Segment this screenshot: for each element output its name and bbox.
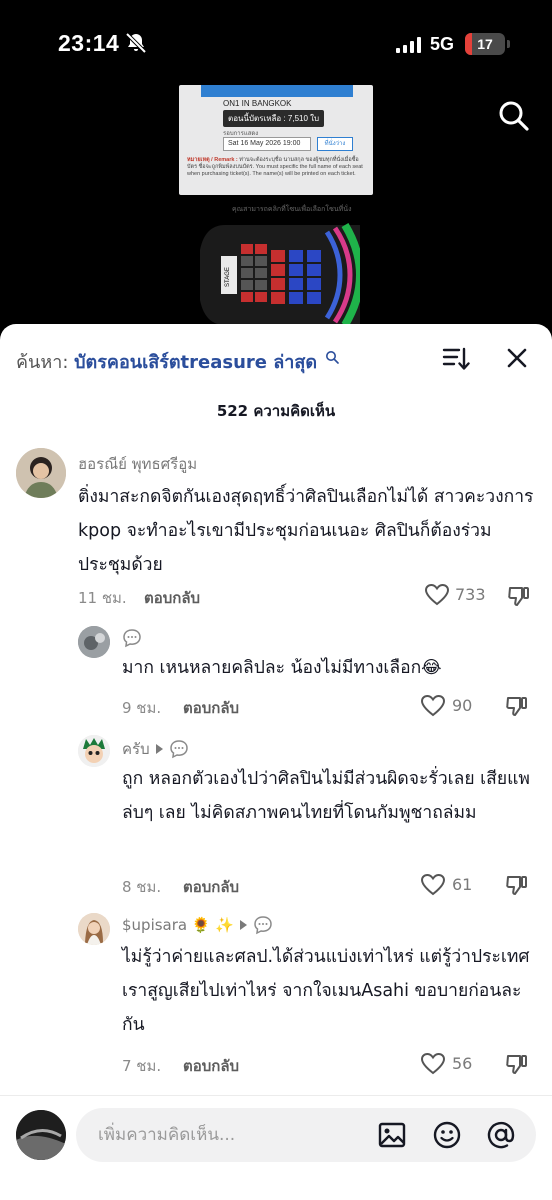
reply-button[interactable]: ตอบกลับ bbox=[183, 875, 239, 899]
like-count: 733 bbox=[455, 585, 486, 604]
video-preview[interactable]: ON1 IN BANGKOK ตอนนี้บัตรเหลือ : 7,510 ใ… bbox=[0, 80, 552, 340]
seat-map: STAGE bbox=[200, 222, 360, 328]
dislike-icon[interactable] bbox=[505, 1052, 529, 1076]
comment-user-row: ครับ bbox=[122, 737, 189, 761]
dislike-icon[interactable] bbox=[507, 584, 531, 608]
search-icon[interactable] bbox=[496, 98, 532, 134]
heart-icon[interactable] bbox=[424, 583, 450, 607]
ticket-seat-button: ที่นั่งว่าง bbox=[317, 137, 353, 151]
avatar[interactable] bbox=[78, 626, 110, 658]
like-count: 56 bbox=[452, 1054, 473, 1073]
signal-icon bbox=[396, 37, 421, 53]
heart-icon[interactable] bbox=[420, 1052, 446, 1076]
avatar[interactable] bbox=[16, 448, 66, 498]
dislike-icon[interactable] bbox=[505, 873, 529, 897]
comment-time: 9 ชม. bbox=[122, 699, 162, 717]
like-count: 61 bbox=[452, 875, 473, 894]
comments-sheet: ค้นหา: บัตรคอนเสิร์ตtreasure ล่าสุด 522 … bbox=[0, 324, 552, 1200]
ticket-remark: หมายเหตุ / Remark : ท่านจะต้องระบุชื่อ น… bbox=[187, 157, 365, 178]
avatar-image bbox=[78, 735, 110, 767]
avatar-image bbox=[16, 448, 66, 498]
avatar-image bbox=[16, 1110, 66, 1160]
ticket-remaining: ตอนนี้บัตรเหลือ : 7,510 ใบ bbox=[223, 110, 325, 127]
comment-time: 8 ชม. bbox=[122, 878, 162, 896]
search-suggestion[interactable]: ค้นหา: บัตรคอนเสิร์ตtreasure ล่าสุด bbox=[16, 347, 339, 376]
chat-bubble-icon bbox=[123, 629, 141, 648]
network-type: 5G bbox=[430, 34, 455, 54]
ticket-screenshot: ON1 IN BANGKOK ตอนนี้บัตรเหลือ : 7,510 ใ… bbox=[179, 85, 373, 195]
stage-label: STAGE bbox=[225, 267, 231, 287]
reply-arrow-icon bbox=[240, 920, 247, 930]
ticket-remark-label: หมายเหตุ / Remark : bbox=[187, 157, 238, 163]
comment-text: ไม่รู้ว่าค่ายและศลป.ได้ส่วนแบ่งเท่าไหร่ … bbox=[122, 947, 530, 1035]
reply-button[interactable]: ตอบกลับ bbox=[183, 1054, 239, 1078]
image-icon[interactable] bbox=[377, 1120, 407, 1150]
heart-icon[interactable] bbox=[420, 873, 446, 897]
ticket-date-select: Sat 16 May 2026 19:00 bbox=[223, 137, 311, 151]
battery-icon: 17 bbox=[465, 33, 505, 55]
ticket-banner bbox=[201, 85, 353, 97]
status-bar: 23:14 5G 17 bbox=[0, 0, 552, 90]
comments-header: ค้นหา: บัตรคอนเสิร์ตtreasure ล่าสุด bbox=[0, 324, 552, 392]
comment-count: 522 ความคิดเห็น bbox=[216, 402, 336, 420]
like-count: 90 bbox=[452, 696, 473, 715]
comment-input-bar bbox=[0, 1095, 552, 1200]
seat-map-caption: คุณสามารถคลิกที่โซนเพื่อเลือกโซนที่นั่ง bbox=[232, 206, 352, 213]
comment-item: ฮอรณีย์ พุทธศรีอูม ติ่งมาสะกดจิตกันเองสุ… bbox=[0, 442, 552, 622]
close-icon[interactable] bbox=[505, 346, 529, 370]
search-prefix: ค้นหา: bbox=[16, 352, 69, 373]
comment-user-row: $upisara 🌻 ✨ bbox=[122, 915, 273, 935]
mention-icon[interactable] bbox=[486, 1120, 516, 1150]
sort-icon[interactable] bbox=[442, 346, 470, 372]
avatar[interactable] bbox=[78, 913, 110, 945]
search-query[interactable]: บัตรคอนเสิร์ตtreasure ล่าสุด bbox=[74, 352, 317, 373]
reply-arrow-icon bbox=[155, 744, 163, 754]
comment-user-row bbox=[122, 628, 142, 648]
reply-item: ครับ ถูก หลอกตัวเองไปว่าศิลปินไม่มีส่วนผ… bbox=[0, 729, 552, 904]
comment-username[interactable]: ครับ bbox=[122, 737, 150, 761]
comment-username[interactable]: $upisara 🌻 ✨ bbox=[122, 916, 234, 934]
battery-tip bbox=[507, 40, 510, 48]
bell-off-icon bbox=[125, 32, 147, 54]
reply-item: มาก เหนหลายคลิปละ น้องไม่มีทางเลือก😂 9 ช… bbox=[0, 620, 552, 720]
avatar-image bbox=[78, 626, 110, 658]
search-small-icon bbox=[325, 351, 339, 364]
avatar[interactable] bbox=[78, 735, 110, 767]
comment-time: 7 ชม. bbox=[122, 1057, 162, 1075]
comment-text: ถูก หลอกตัวเองไปว่าศิลปินไม่มีส่วนผิดจะร… bbox=[122, 769, 530, 823]
reply-button[interactable]: ตอบกลับ bbox=[183, 696, 239, 720]
battery-level: 17 bbox=[477, 36, 493, 52]
reply-button[interactable]: ตอบกลับ bbox=[144, 586, 200, 610]
avatar-image bbox=[78, 913, 110, 945]
chat-bubble-icon bbox=[169, 740, 188, 759]
comment-time: 11 ชม. bbox=[78, 589, 127, 607]
comment-text: มาก เหนหลายคลิปละ น้องไม่มีทางเลือก😂 bbox=[122, 658, 442, 678]
reply-item: $upisara 🌻 ✨ ไม่รู้ว่าค่ายและศลป.ได้ส่วน… bbox=[0, 907, 552, 1082]
emoji-icon[interactable] bbox=[432, 1120, 462, 1150]
heart-icon[interactable] bbox=[420, 694, 446, 718]
dislike-icon[interactable] bbox=[505, 694, 529, 718]
comment-username[interactable]: ฮอรณีย์ พุทธศรีอูม bbox=[78, 452, 197, 476]
comment-text: ติ่งมาสะกดจิตกันเองสุดฤทธิ์ว่าศิลปินเลือ… bbox=[78, 487, 534, 575]
my-avatar[interactable] bbox=[16, 1110, 66, 1160]
comment-input[interactable] bbox=[76, 1108, 536, 1162]
chat-bubble-icon bbox=[254, 916, 272, 935]
ticket-city: ON1 IN BANGKOK bbox=[223, 99, 292, 108]
status-time: 23:14 bbox=[58, 30, 120, 56]
